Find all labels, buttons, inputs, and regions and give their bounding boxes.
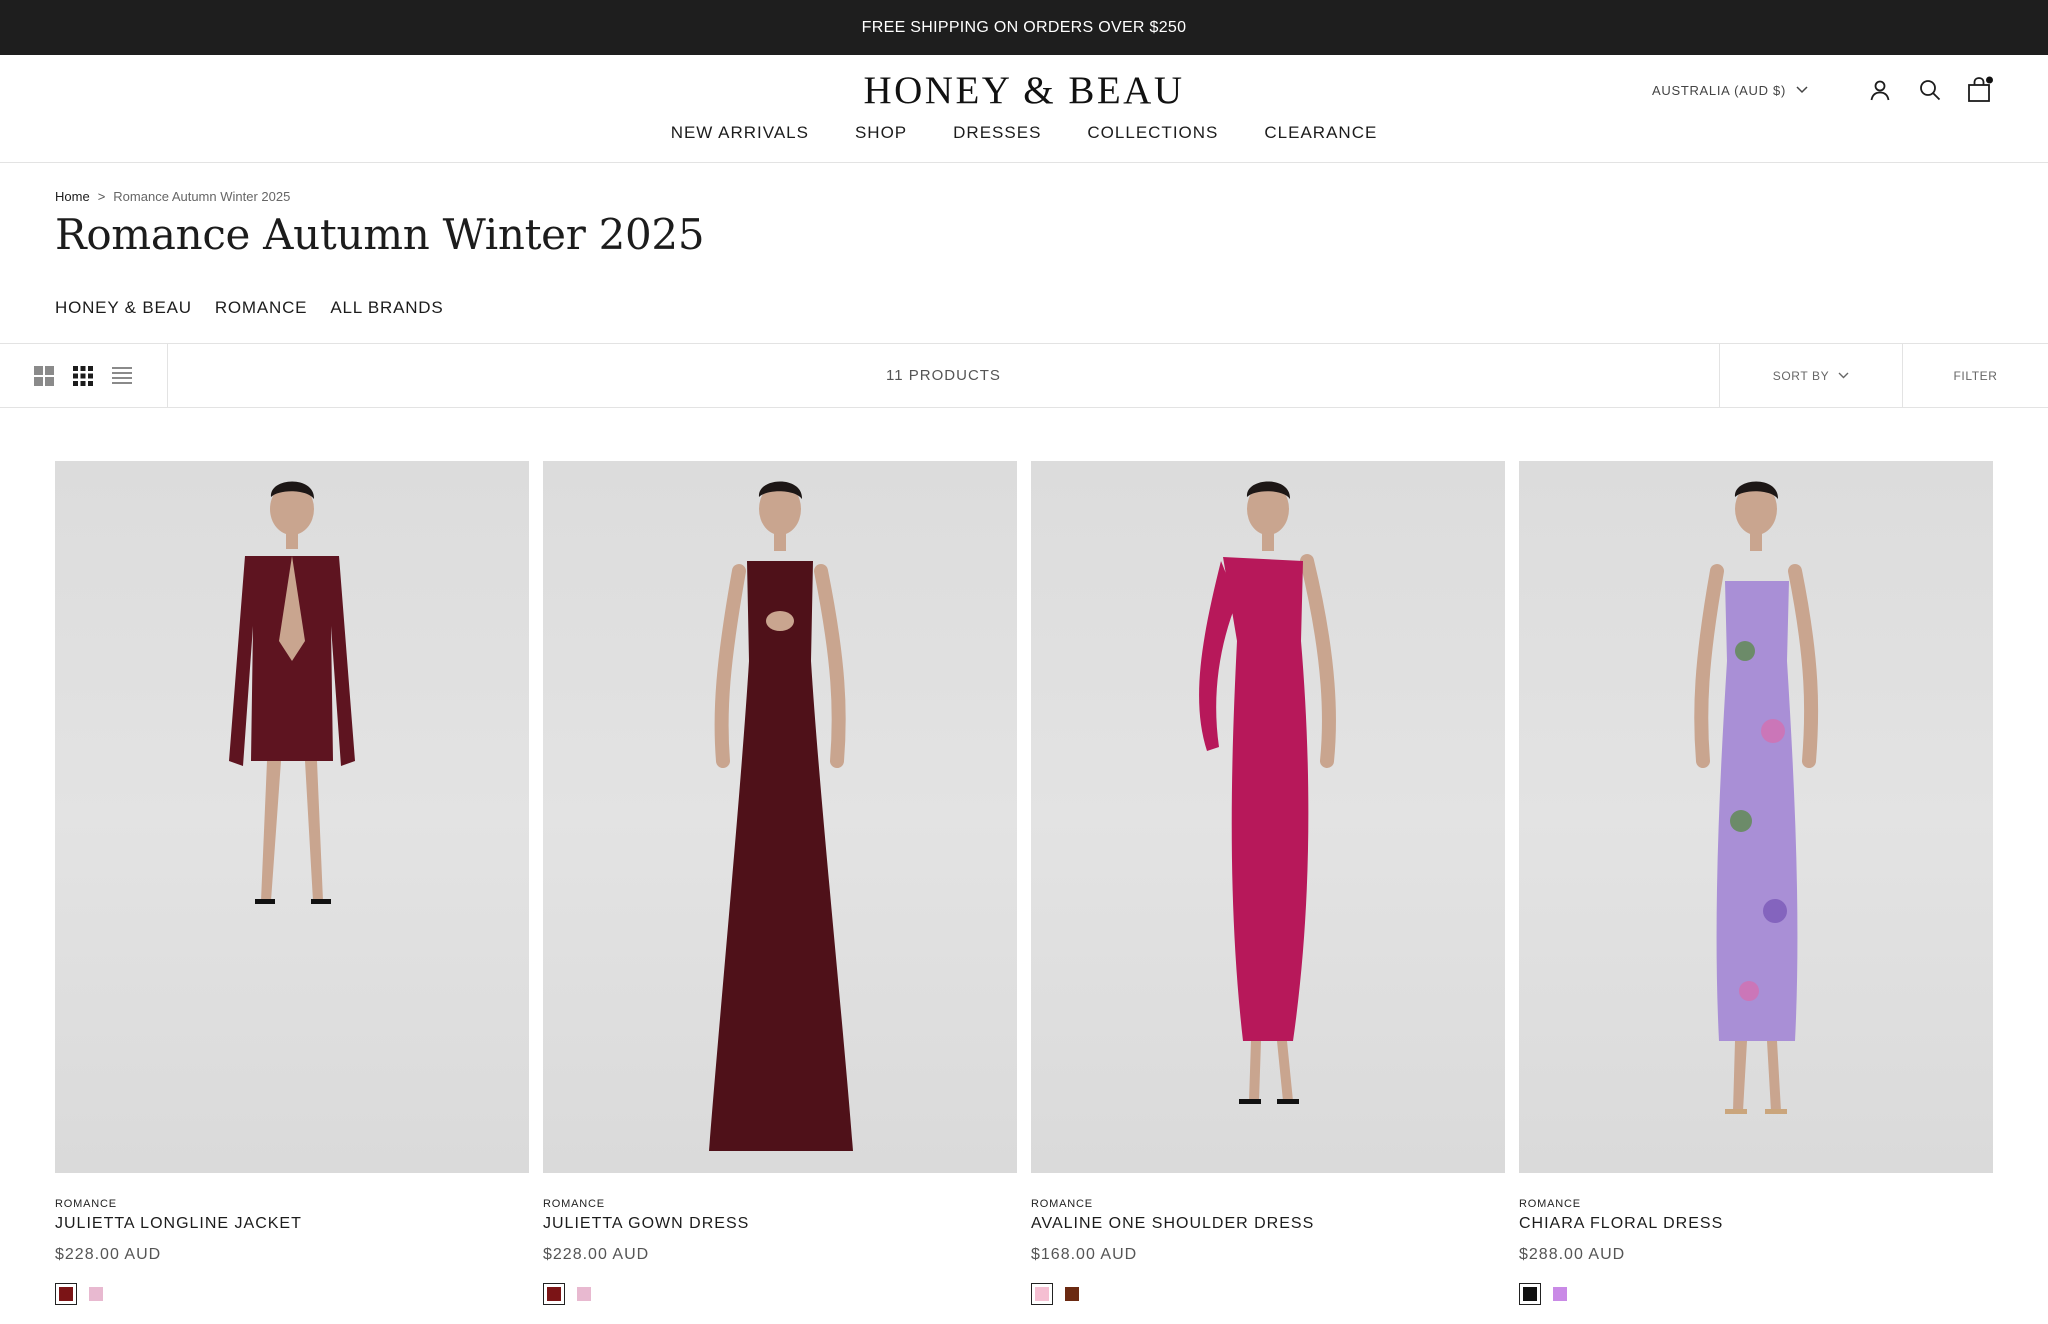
grid-small-icon[interactable] [72,365,94,387]
color-swatches [543,1283,1017,1305]
color-swatch[interactable] [1549,1283,1571,1305]
breadcrumb-separator: > [97,189,106,204]
color-swatch-fill [1035,1287,1049,1301]
color-swatches [55,1283,529,1305]
model-silhouette [1694,481,1819,1114]
color-swatch-fill [1065,1287,1079,1301]
nav-shop[interactable]: SHOP [855,123,907,143]
color-swatches [1031,1283,1505,1305]
breadcrumb-home[interactable]: Home [55,189,90,204]
account-icon[interactable] [1866,76,1894,104]
site-header: HONEY & BEAU NEW ARRIVALS SHOP DRESSES C… [0,55,2048,163]
product-count: 11 PRODUCTS [886,367,1001,384]
color-swatch[interactable] [1061,1283,1083,1305]
product-card[interactable]: ROMANCE JULIETTA LONGLINE JACKET $228.00 A… [55,461,529,1305]
breadcrumb: Home > Romance Autumn Winter 2025 [55,189,290,204]
announcement-text: FREE SHIPPING ON ORDERS OVER $250 [861,18,1187,36]
product-brand: ROMANCE [55,1198,117,1210]
product-price: $228.00 AUD [543,1246,650,1263]
color-swatch[interactable] [85,1283,107,1305]
page-title: Romance Autumn Winter 2025 [55,210,705,259]
sort-by-dropdown[interactable]: SORT BY [1719,344,1902,407]
product-card[interactable]: ROMANCE AVALINE ONE SHOULDER DRESS $168.00… [1031,461,1505,1305]
color-swatch-fill [1553,1287,1567,1301]
collection-toolbar: 11 PRODUCTS SORT BY FILTER [0,343,2048,408]
search-icon[interactable] [1916,76,1944,104]
currency-selector[interactable]: AUSTRALIA (AUD $) [1652,83,1808,98]
color-swatch-fill [59,1287,73,1301]
color-swatch[interactable] [55,1283,77,1305]
product-card[interactable]: ROMANCE CHIARA FLORAL DRESS $288.00 AUD [1519,461,1993,1305]
nav-clearance[interactable]: CLEARANCE [1264,123,1377,143]
filter-button[interactable]: FILTER [1902,344,2048,407]
product-grid: ROMANCE JULIETTA LONGLINE JACKET $228.00 A… [55,461,1993,1305]
nav-new-arrivals[interactable]: NEW ARRIVALS [671,123,809,143]
product-card[interactable]: ROMANCE JULIETTA GOWN DRESS $228.00 AUD [543,461,1017,1305]
chevron-down-icon [1796,86,1808,94]
chevron-down-icon [1838,372,1849,379]
product-name[interactable]: CHIARA FLORAL DRESS [1519,1215,1993,1233]
product-brand: ROMANCE [1519,1198,1581,1210]
product-price: $168.00 AUD [1031,1246,1138,1263]
filter-label: FILTER [1953,368,1998,383]
product-image[interactable] [543,461,1017,1173]
collection-sub-nav: HONEY & BEAU ROMANCE ALL BRANDS [55,298,444,318]
grid-large-icon[interactable] [33,365,55,387]
product-brand: ROMANCE [543,1198,605,1210]
color-swatch[interactable] [1519,1283,1541,1305]
breadcrumb-current: Romance Autumn Winter 2025 [113,189,291,204]
product-price: $288.00 AUD [1519,1246,1626,1263]
product-image[interactable] [1519,461,1993,1173]
color-swatch[interactable] [543,1283,565,1305]
sub-nav-romance[interactable]: ROMANCE [215,298,308,318]
sub-nav-honey-and-beau[interactable]: HONEY & BEAU [55,298,192,318]
nav-dresses[interactable]: DRESSES [953,123,1041,143]
currency-label: AUSTRALIA (AUD $) [1652,82,1786,98]
color-swatch[interactable] [1031,1283,1053,1305]
model-silhouette [709,481,853,1151]
color-swatch-fill [1523,1287,1537,1301]
color-swatch-fill [547,1287,561,1301]
product-name[interactable]: AVALINE ONE SHOULDER DRESS [1031,1215,1505,1233]
product-name[interactable]: JULIETTA GOWN DRESS [543,1215,1017,1233]
color-swatches [1519,1283,1993,1305]
sub-nav-all-brands[interactable]: ALL BRANDS [330,298,443,318]
product-name[interactable]: JULIETTA LONGLINE JACKET [55,1215,529,1233]
product-image[interactable] [1031,461,1505,1173]
color-swatch-fill [577,1287,591,1301]
sort-by-label: SORT BY [1772,368,1830,383]
header-tools: AUSTRALIA (AUD $) [1652,72,1994,108]
model-silhouette [229,481,355,904]
product-brand: ROMANCE [1031,1198,1093,1210]
nav-collections[interactable]: COLLECTIONS [1087,123,1218,143]
main-nav: NEW ARRIVALS SHOP DRESSES COLLECTIONS CL… [0,123,2048,143]
model-silhouette [1199,481,1336,1104]
list-icon[interactable] [111,365,133,387]
announcement-bar: FREE SHIPPING ON ORDERS OVER $250 [0,0,2048,55]
color-swatch-fill [89,1287,103,1301]
cart-icon[interactable] [1966,76,1994,104]
view-toggle [0,344,168,407]
product-price: $228.00 AUD [55,1246,162,1263]
product-image[interactable] [55,461,529,1173]
color-swatch[interactable] [573,1283,595,1305]
